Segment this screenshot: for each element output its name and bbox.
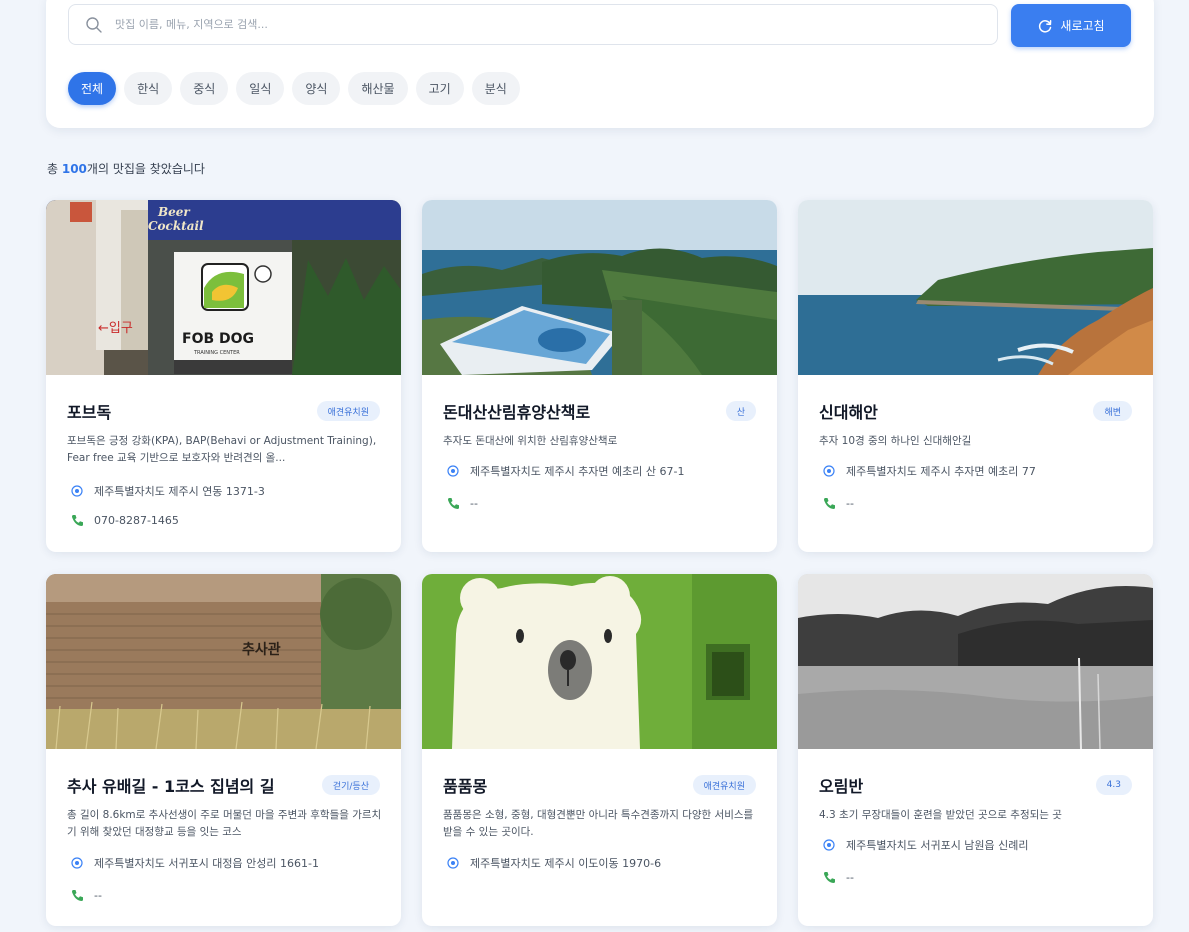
place-card[interactable]: 품품몽 애견유치원 품품몽은 소형, 중형, 대형견뿐만 아니라 특수견종까지 … (422, 574, 777, 926)
result-count: 총 100개의 맛집을 찾았습니다 (47, 162, 205, 176)
category-chip-seafood[interactable]: 해산물 (348, 72, 408, 105)
place-address: 제주특별자치도 서귀포시 대정읍 안성리 1661-1 (70, 855, 319, 871)
place-title[interactable]: 추사 유배길 - 1코스 집념의 길 (67, 773, 275, 797)
svg-text:Cocktail: Cocktail (148, 219, 204, 233)
category-chip-chinese[interactable]: 중식 (180, 72, 229, 105)
card-header: 포브독 애견유치원 (67, 399, 380, 423)
place-card[interactable]: 추사관 추사 유배길 - 1코스 집념의 길 걷기/등산 총 길이 8.6km로… (46, 574, 401, 926)
place-phone: -- (70, 888, 102, 902)
card-header: 추사 유배길 - 1코스 집념의 길 걷기/등산 (67, 773, 380, 797)
place-description: 포브독은 긍정 강화(KPA), BAP(Behavi or Adjustmen… (67, 435, 377, 464)
category-chip-snack[interactable]: 분식 (471, 72, 520, 105)
phone-icon (70, 888, 84, 902)
phone-icon (70, 513, 84, 527)
category-filter: 전체 한식 중식 일식 양식 해산물 고기 분식 (68, 72, 520, 105)
svg-text:Beer: Beer (157, 205, 191, 219)
place-photo (422, 200, 777, 375)
place-card[interactable]: 신대해안 해변 추자 10경 중의 하나인 신대해안길 제주특별자치도 제주시 … (798, 200, 1153, 552)
phone-icon (446, 496, 460, 510)
category-badge: 걷기/등산 (321, 775, 380, 795)
location-pin-icon (822, 464, 836, 478)
refresh-button[interactable]: 새로고침 (1011, 4, 1131, 47)
result-count-number: 100 (61, 162, 87, 176)
place-photo: Beer Cocktail ←입구 FOB DOG TRAINING CENTE… (46, 200, 401, 375)
page: 새로고침 전체 한식 중식 일식 양식 해산물 고기 분식 총 100개의 맛집… (0, 0, 1189, 932)
svg-text:TRAINING CENTER: TRAINING CENTER (193, 350, 240, 356)
refresh-icon (1037, 18, 1053, 34)
location-pin-icon (70, 856, 84, 870)
card-header: 신대해안 해변 (819, 399, 1132, 423)
card-header: 오림반 4.3 (819, 773, 1132, 797)
place-phone: -- (822, 870, 854, 884)
place-address: 제주특별자치도 제주시 추자면 예초리 산 67-1 (446, 463, 685, 479)
place-title[interactable]: 포브독 (67, 399, 111, 423)
place-title[interactable]: 오림반 (819, 773, 863, 797)
place-description: 추자 10경 중의 하나인 신대해안길 (819, 435, 972, 447)
category-badge: 해변 (1093, 401, 1132, 421)
category-badge: 애견유치원 (316, 401, 380, 421)
card-header: 돈대산산림휴양산책로 산 (443, 399, 756, 423)
place-title[interactable]: 품품몽 (443, 773, 487, 797)
place-description: 4.3 초기 무장대들이 훈련을 받았던 곳으로 추정되는 곳 (819, 809, 1062, 821)
category-chip-western[interactable]: 양식 (292, 72, 341, 105)
place-description: 추자도 돈대산에 위치한 산림휴양산책로 (443, 435, 618, 447)
svg-text:←입구: ←입구 (98, 321, 133, 336)
place-description: 총 길이 8.6km로 추사선생이 주로 머물던 마을 주변과 후학들을 가르치… (67, 809, 382, 838)
location-pin-icon (446, 464, 460, 478)
place-phone: -- (446, 496, 478, 510)
category-chip-korean[interactable]: 한식 (124, 72, 173, 105)
search-icon (85, 16, 103, 34)
place-description: 품품몽은 소형, 중형, 대형견뿐만 아니라 특수견종까지 다양한 서비스를 받… (443, 809, 754, 838)
place-photo (422, 574, 777, 749)
place-photo (798, 574, 1153, 749)
card-header: 품품몽 애견유치원 (443, 773, 756, 797)
place-title[interactable]: 신대해안 (819, 399, 878, 423)
refresh-button-label: 새로고침 (1060, 19, 1105, 33)
place-card[interactable]: 돈대산산림휴양산책로 산 추자도 돈대산에 위치한 산림휴양산책로 제주특별자치… (422, 200, 777, 552)
svg-text:추사관: 추사관 (242, 641, 281, 658)
place-title[interactable]: 돈대산산림휴양산책로 (443, 399, 590, 423)
search-input[interactable] (115, 18, 975, 31)
svg-text:FOB DOG: FOB DOG (182, 331, 254, 347)
place-address: 제주특별자치도 서귀포시 남원읍 신례리 (822, 837, 1029, 853)
category-badge: 산 (725, 401, 756, 421)
category-chip-meat[interactable]: 고기 (415, 72, 464, 105)
category-chip-japanese[interactable]: 일식 (236, 72, 285, 105)
place-address: 제주특별자치도 제주시 추자면 예초리 77 (822, 463, 1036, 479)
location-pin-icon (70, 484, 84, 498)
category-chip-all[interactable]: 전체 (68, 72, 117, 105)
filter-panel: 새로고침 전체 한식 중식 일식 양식 해산물 고기 분식 (46, 0, 1154, 128)
place-card[interactable]: Beer Cocktail ←입구 FOB DOG TRAINING CENTE… (46, 200, 401, 552)
phone-icon (822, 870, 836, 884)
phone-icon (822, 496, 836, 510)
place-photo (798, 200, 1153, 375)
place-address: 제주특별자치도 제주시 연동 1371-3 (70, 483, 265, 499)
category-badge: 애견유치원 (692, 775, 756, 795)
search-box[interactable] (68, 4, 998, 45)
place-address: 제주특별자치도 제주시 이도이동 1970-6 (446, 855, 661, 871)
place-phone: 070-8287-1465 (70, 513, 179, 527)
place-photo: 추사관 (46, 574, 401, 749)
place-phone: -- (822, 496, 854, 510)
location-pin-icon (446, 856, 460, 870)
place-card[interactable]: 오림반 4.3 4.3 초기 무장대들이 훈련을 받았던 곳으로 추정되는 곳 … (798, 574, 1153, 926)
category-badge: 4.3 (1095, 775, 1132, 795)
location-pin-icon (822, 838, 836, 852)
